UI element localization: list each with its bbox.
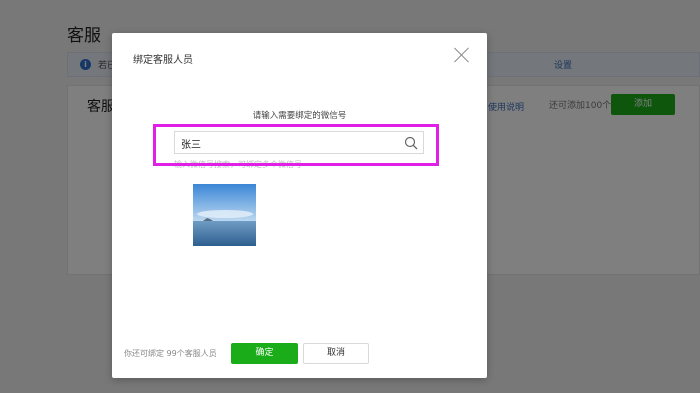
bind-service-staff-dialog: 绑定客服人员 请输入需要绑定的微信号 输入微信号搜索，可绑定多个微信号 — [112, 33, 487, 378]
cancel-button[interactable]: 取消 — [303, 343, 369, 364]
highlight-box — [153, 124, 439, 166]
dialog-title: 绑定客服人员 — [133, 55, 193, 66]
close-icon[interactable] — [454, 47, 470, 63]
confirm-button[interactable]: 确定 — [231, 343, 298, 364]
remaining-bind-text: 你还可绑定 99个客服人员 — [124, 349, 217, 358]
search-prompt: 请输入需要绑定的微信号 — [252, 111, 347, 121]
search-result-avatar[interactable] — [193, 184, 256, 246]
